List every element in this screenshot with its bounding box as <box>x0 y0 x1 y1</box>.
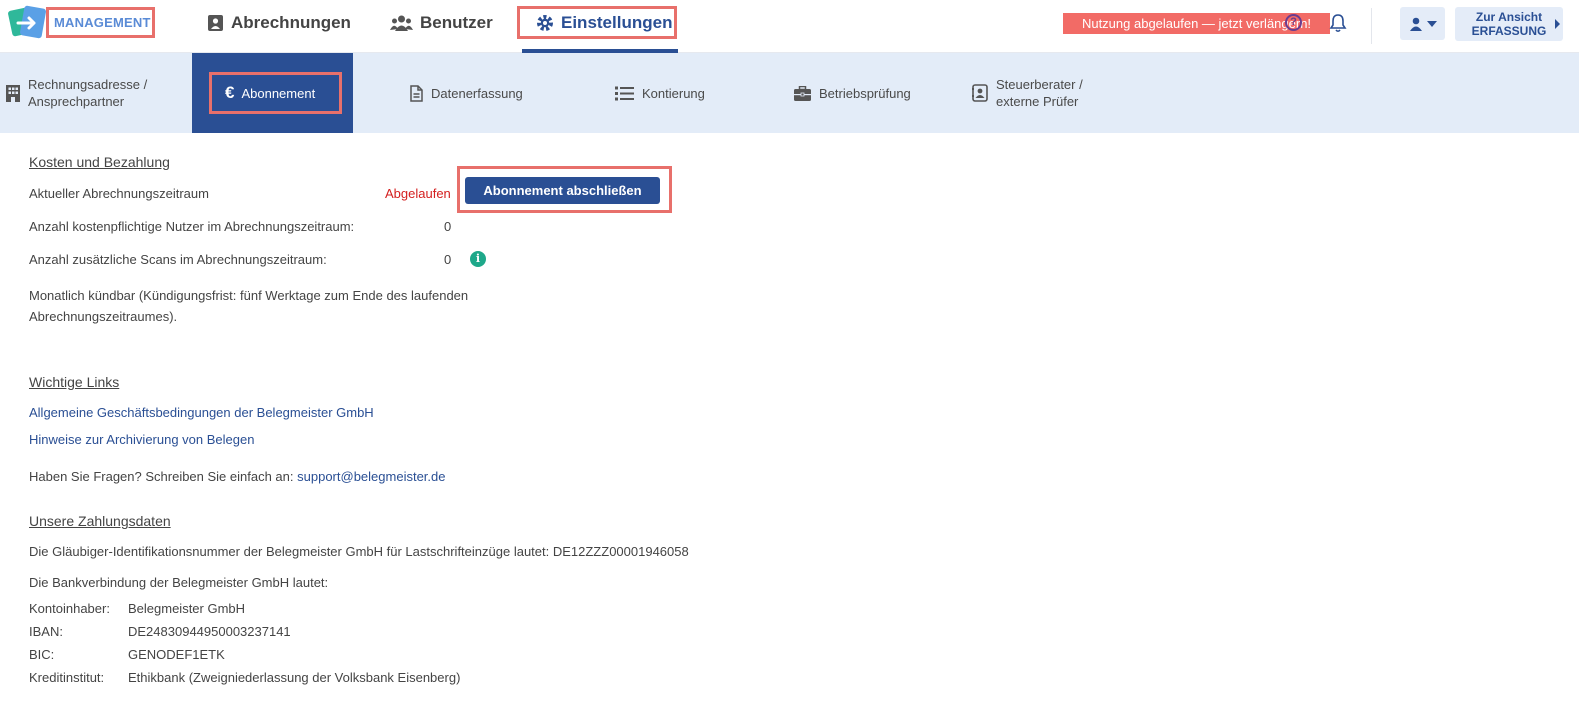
chevron-down-icon <box>1426 20 1437 27</box>
bank-name-value: Ethikbank (Zweigniederlassung der Volksb… <box>128 670 461 685</box>
iban-label: IBAN: <box>29 624 63 639</box>
subnav-steuerberater-l1: Steuerberater / <box>996 77 1083 92</box>
switch-view-line2: ERFASSUNG <box>1471 24 1547 38</box>
bic-value: GENODEF1ETK <box>128 647 225 662</box>
users-label: Anzahl kostenpflichtige Nutzer im Abrech… <box>29 219 355 234</box>
building-icon <box>6 84 20 102</box>
payment-section-title: Unsere Zahlungsdaten <box>29 513 171 529</box>
euro-icon: € <box>225 83 235 102</box>
user-menu-button[interactable] <box>1400 7 1445 40</box>
account-holder-value: Belegmeister GmbH <box>128 601 246 616</box>
subnav-kontierung[interactable]: Kontierung <box>615 53 705 133</box>
users-icon <box>390 15 413 31</box>
app-logo-icon[interactable] <box>8 3 50 43</box>
switch-view-button[interactable]: Zur Ansicht ERFASSUNG <box>1455 7 1563 41</box>
bell-icon[interactable] <box>1329 13 1347 33</box>
subnav-steuerberater[interactable]: Steuerberater / externe Prüfer <box>972 53 1083 133</box>
cancellation-note: Monatlich kündbar (Kündigungsfrist: fünf… <box>29 285 468 327</box>
document-icon <box>410 84 423 102</box>
subnav-rechnungsadresse-l2: Ansprechpartner <box>28 94 125 109</box>
help-icon[interactable]: ? <box>1285 14 1302 31</box>
scans-label: Anzahl zusätzliche Scans im Abrechnungsz… <box>29 252 327 267</box>
nav-abrechnungen[interactable]: Abrechnungen <box>207 10 351 36</box>
info-icon[interactable]: i <box>470 251 486 267</box>
subnav-steuerberater-l2: externe Prüfer <box>996 94 1079 109</box>
links-section-title: Wichtige Links <box>29 374 120 390</box>
switch-view-line1: Zur Ansicht <box>1475 10 1543 24</box>
subnav-betriebspruefung-label: Betriebsprüfung <box>819 85 911 101</box>
bic-label: BIC: <box>29 647 55 662</box>
cancellation-line2: Abrechnungszeitraumes). <box>29 309 178 324</box>
costs-section-title: Kosten und Bezahlung <box>29 154 170 170</box>
questions-text: Haben Sie Fragen? Schreiben Sie einfach … <box>29 469 445 484</box>
subnav-rechnungsadresse[interactable]: Rechnungsadresse / Ansprechpartner <box>6 53 147 133</box>
subnav-abonnement-label: Abonnement <box>241 85 316 101</box>
creditor-id-text: Die Gläubiger-Identifikationsnummer der … <box>29 544 689 559</box>
user-icon <box>1409 17 1422 31</box>
nav-benutzer[interactable]: Benutzer <box>390 10 493 36</box>
questions-label: Haben Sie Fragen? Schreiben Sie einfach … <box>29 469 294 484</box>
nav-einstellungen-label: Einstellungen <box>561 12 673 32</box>
iban-value: DE24830944950003237141 <box>128 624 291 639</box>
bank-intro-text: Die Bankverbindung der Belegmeister GmbH… <box>29 575 329 590</box>
subnav-kontierung-label: Kontierung <box>642 85 705 101</box>
briefcase-icon <box>794 85 811 101</box>
support-email-link[interactable]: support@belegmeister.de <box>297 469 445 484</box>
period-label: Aktueller Abrechnungszeitraum <box>29 186 209 201</box>
users-value: 0 <box>444 219 452 234</box>
nav-abrechnungen-label: Abrechnungen <box>231 13 351 32</box>
bank-name-label: Kreditinstitut: <box>29 670 105 685</box>
nav-benutzer-label: Benutzer <box>420 13 493 32</box>
chevron-right-icon <box>1555 19 1560 29</box>
subnav-datenerfassung[interactable]: Datenerfassung <box>410 53 523 133</box>
subscribe-button[interactable]: Abonnement abschließen <box>465 177 660 204</box>
divider <box>1371 8 1372 44</box>
subnav-rechnungsadresse-l1: Rechnungsadresse / <box>28 77 148 92</box>
agb-link[interactable]: Allgemeine Geschäftsbedingungen der Bele… <box>29 405 374 420</box>
gear-icon <box>537 14 553 31</box>
scans-value: 0 <box>444 252 452 267</box>
top-bar: MANAGEMENT Abrechnungen Benutzer Einstel… <box>0 0 1579 53</box>
cancellation-line1: Monatlich kündbar (Kündigungsfrist: fünf… <box>29 288 469 303</box>
nav-einstellungen[interactable]: Einstellungen <box>517 6 677 39</box>
archive-link[interactable]: Hinweise zur Archivierung von Belegen <box>29 432 254 447</box>
brand-label[interactable]: MANAGEMENT <box>46 7 155 38</box>
subnav-abonnement[interactable]: € Abonnement <box>209 72 342 114</box>
account-holder-label: Kontoinhaber: <box>29 601 110 616</box>
subnav-datenerfassung-label: Datenerfassung <box>431 85 523 101</box>
contact-card-icon <box>972 84 988 102</box>
calculator-icon <box>208 15 223 31</box>
period-status: Abgelaufen <box>385 186 451 201</box>
list-icon <box>615 86 634 100</box>
subnav-betriebspruefung[interactable]: Betriebsprüfung <box>794 53 911 133</box>
